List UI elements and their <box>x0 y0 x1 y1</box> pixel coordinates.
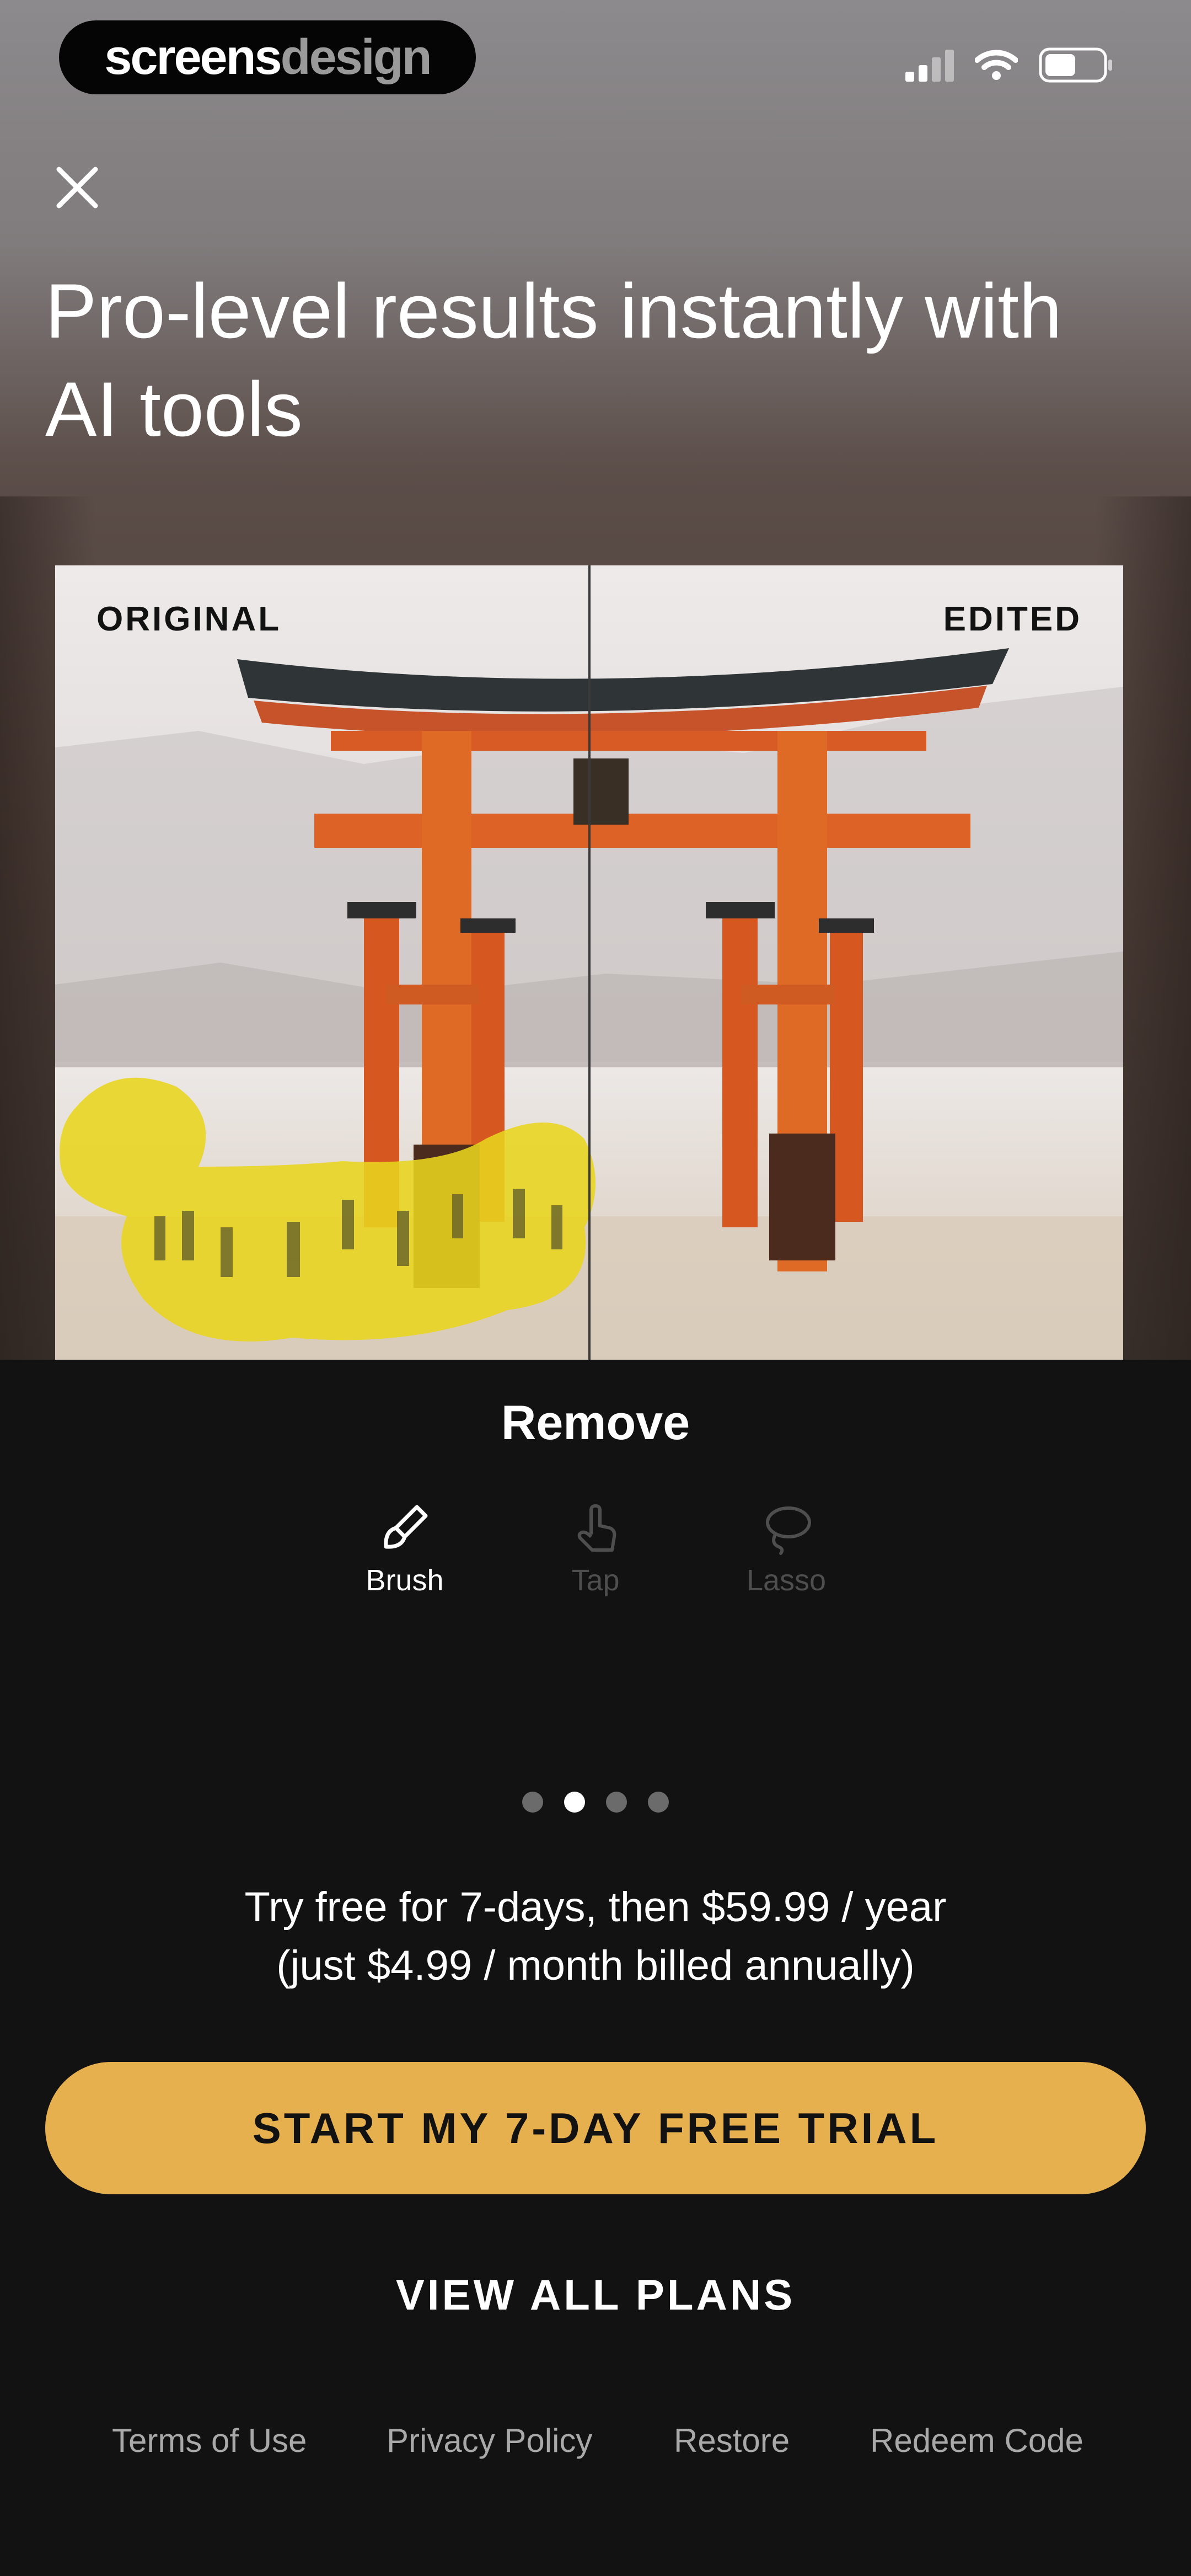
tool-lasso[interactable]: Lasso <box>720 1500 852 1597</box>
tool-selector: Brush Tap Lasso <box>0 1500 1191 1616</box>
brand-text-design: design <box>280 29 432 85</box>
terms-of-use-link[interactable]: Terms of Use <box>112 2422 307 2460</box>
pricing-line-2: (just $4.99 / month billed annually) <box>276 1942 915 1989</box>
page-indicator[interactable] <box>0 1792 1191 1813</box>
page-dot[interactable] <box>648 1792 669 1813</box>
cellular-signal-icon <box>905 49 954 82</box>
wifi-icon <box>975 50 1018 80</box>
hero-section: screens design Pro-level results instantl… <box>0 0 1191 1360</box>
battery-icon <box>1039 47 1112 83</box>
feature-title: Remove <box>501 1395 690 1450</box>
privacy-policy-link[interactable]: Privacy Policy <box>387 2422 592 2460</box>
before-after-comparison[interactable]: ORIGINAL EDITED <box>55 565 1123 1360</box>
torii-gate-illustration <box>55 565 1123 1360</box>
tap-icon <box>577 1504 616 1552</box>
pricing-line-1: Try free for 7-days, then $59.99 / year <box>244 1884 947 1931</box>
status-icons <box>905 47 1114 83</box>
redeem-code-link[interactable]: Redeem Code <box>870 2422 1083 2460</box>
view-all-plans-button[interactable]: VIEW ALL PLANS <box>0 2270 1191 2320</box>
original-label: ORIGINAL <box>96 600 282 638</box>
brush-icon <box>384 1505 428 1549</box>
brand-badge: screens design <box>59 20 476 94</box>
brand-text-screens: screens <box>104 29 282 85</box>
page-dot[interactable] <box>606 1792 627 1813</box>
restore-link[interactable]: Restore <box>674 2422 790 2460</box>
page-title: Pro-level results instantly with AI tool… <box>45 268 1062 452</box>
page-dot-active[interactable] <box>564 1792 585 1813</box>
lasso-icon <box>766 1506 811 1555</box>
edited-label: EDITED <box>943 600 1082 638</box>
tool-tap-label: Tap <box>571 1564 620 1597</box>
tool-tap[interactable]: Tap <box>529 1500 662 1597</box>
start-free-trial-button[interactable]: START MY 7-DAY FREE TRIAL <box>45 2062 1146 2194</box>
tool-brush-label: Brush <box>366 1564 444 1597</box>
tool-lasso-label: Lasso <box>746 1564 827 1597</box>
tool-brush[interactable]: Brush <box>339 1500 471 1597</box>
page-dot[interactable] <box>522 1792 543 1813</box>
pricing-text: Try free for 7-days, then $59.99 / year … <box>0 1878 1191 1995</box>
close-icon[interactable] <box>52 163 102 212</box>
